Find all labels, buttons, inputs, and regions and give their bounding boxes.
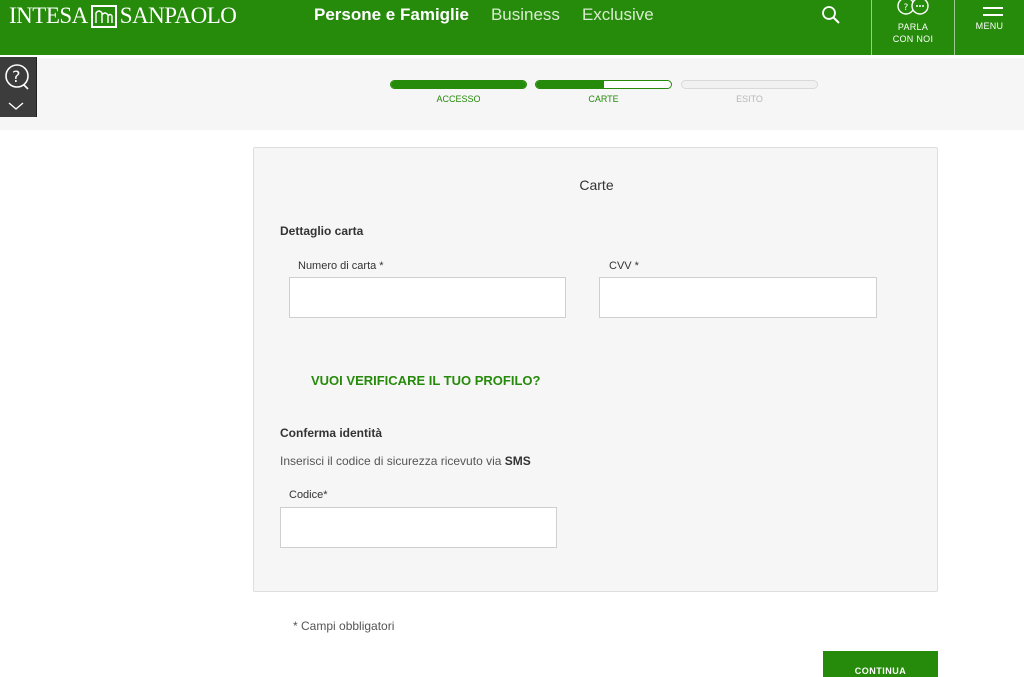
code-label: Codice* (289, 489, 328, 501)
sms-instructions: Inserisci il codice di sicurezza ricevut… (280, 454, 531, 468)
nav-exclusive[interactable]: Exclusive (582, 5, 654, 25)
svg-text:?: ? (904, 3, 909, 13)
help-question-icon: ? (5, 64, 29, 110)
continue-button[interactable]: CONTINUA (823, 651, 938, 677)
detail-heading: Dettaglio carta (280, 224, 364, 238)
parla-con-noi-label: PARLA CON NOI (892, 22, 934, 44)
parla-con-noi-button[interactable]: ? PARLA CON NOI (872, 0, 954, 55)
sms-code-input[interactable] (280, 507, 557, 548)
svg-text:?: ? (12, 67, 21, 86)
card-title: Carte (579, 177, 614, 193)
main-nav: Persone e Famiglie Business Exclusive (314, 5, 676, 25)
step-label: ESITO (736, 94, 763, 104)
nav-business[interactable]: Business (491, 5, 560, 25)
step-carte: CARTE (535, 80, 672, 104)
nav-persone-e-famiglie[interactable]: Persone e Famiglie (314, 5, 469, 25)
step-label: ACCESSO (436, 94, 481, 104)
verify-profile-link[interactable]: VUOI VERIFICARE IL TUO PROFILO? (311, 373, 540, 388)
identity-heading: Conferma identità (280, 426, 383, 440)
cvv-label: CVV * (609, 260, 639, 272)
help-toggle[interactable]: ? (0, 57, 37, 117)
card-number-input[interactable] (289, 277, 566, 318)
cvv-input[interactable] (599, 277, 877, 318)
required-fields-note: * Campi obbligatori (293, 619, 395, 633)
logo-text-right: SANPAOLO (119, 3, 237, 28)
logo-mark-icon (90, 4, 117, 28)
step-bar (681, 80, 818, 89)
step-bar (390, 80, 527, 89)
menu-label: MENU (975, 21, 1004, 31)
chat-bubbles-icon: ? (897, 0, 929, 15)
card-number-label: Numero di carta * (298, 260, 384, 272)
top-header: INTESA SANPAOLO Persone e Famiglie Busin… (0, 0, 1024, 55)
step-bar (535, 80, 672, 89)
step-label: CARTE (588, 94, 619, 104)
step-accesso: ACCESSO (390, 80, 527, 104)
step-esito: ESITO (681, 80, 818, 104)
search-icon[interactable] (821, 5, 841, 25)
hamburger-icon (983, 2, 1003, 16)
cards-form-panel: Carte Dettaglio carta Numero di carta * … (253, 147, 938, 592)
logo-text-left: INTESA (9, 3, 88, 28)
menu-button[interactable]: MENU (955, 0, 1024, 55)
intesa-sanpaolo-logo[interactable]: INTESA SANPAOLO (9, 3, 237, 29)
